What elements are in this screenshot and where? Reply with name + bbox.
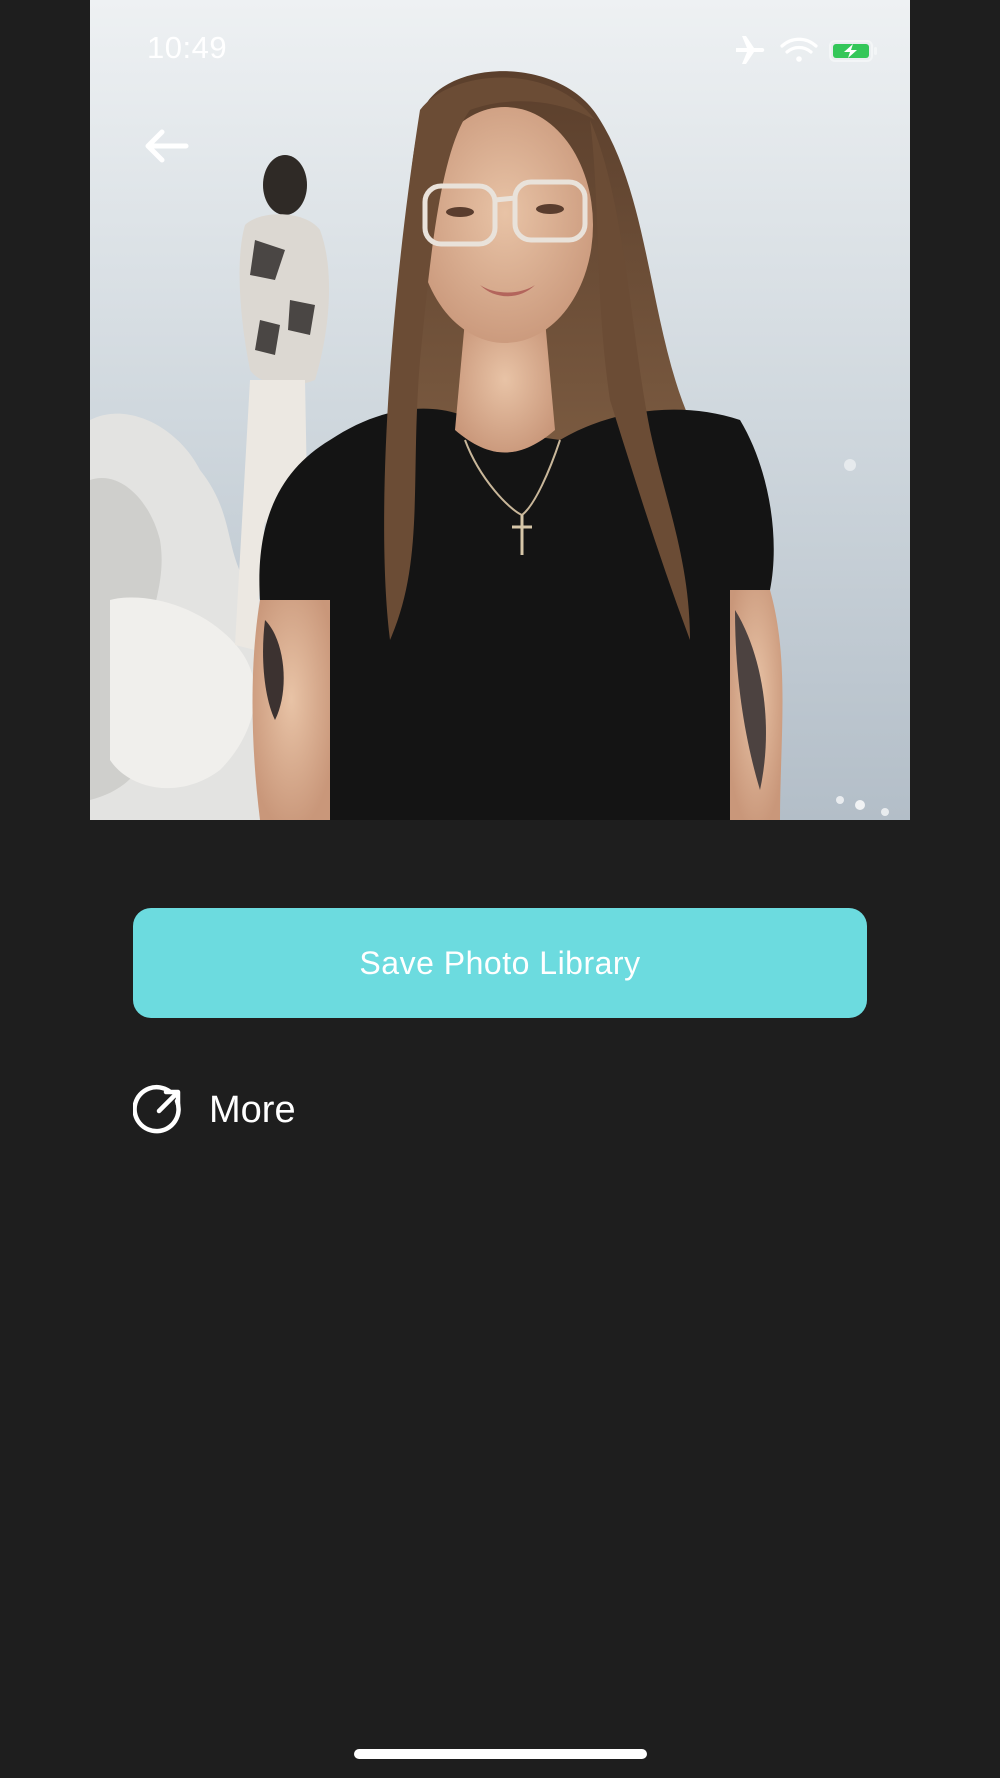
photo-preview: [90, 0, 910, 820]
status-bar: 10:49: [0, 0, 1000, 100]
share-arrow-circle-icon: [133, 1084, 181, 1134]
wifi-icon: [780, 37, 818, 62]
more-label: More: [209, 1088, 296, 1131]
more-button[interactable]: More: [133, 1082, 373, 1138]
arrow-left-icon: [145, 129, 189, 163]
status-time: 10:49: [147, 30, 228, 65]
status-icons: [734, 34, 884, 66]
save-photo-library-button[interactable]: Save Photo Library: [133, 908, 867, 1018]
airplane-mode-icon: [736, 36, 765, 64]
home-indicator[interactable]: [354, 1749, 647, 1759]
battery-charging-icon: [829, 40, 877, 62]
back-button[interactable]: [140, 120, 200, 172]
photo-illustration: [90, 0, 910, 820]
